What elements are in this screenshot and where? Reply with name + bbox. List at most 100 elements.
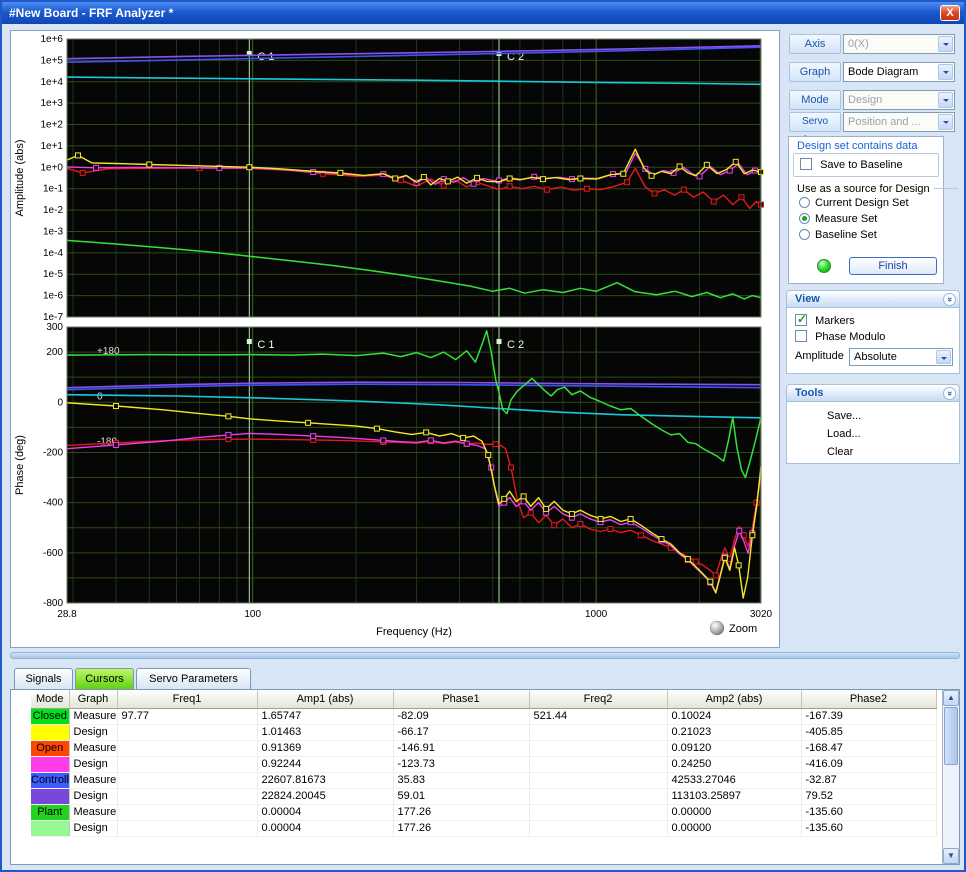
chevron-down-icon[interactable] <box>938 64 953 80</box>
view-section-header[interactable]: View « <box>786 290 960 308</box>
column-header-graph[interactable]: Graph <box>69 690 117 708</box>
vertical-scrollbar[interactable]: ▲ ▼ <box>942 690 959 864</box>
cursor-handle[interactable] <box>247 339 252 344</box>
series-marker <box>693 559 698 564</box>
series-marker <box>464 441 469 446</box>
markers-row[interactable]: Markers <box>795 314 855 327</box>
table-row[interactable]: ClosedMeasure97.771.65747-82.09521.440.1… <box>31 708 936 724</box>
cursor-handle[interactable] <box>497 339 502 344</box>
radio-baseline-set[interactable]: Baseline Set <box>799 229 909 245</box>
series-marker <box>649 173 654 178</box>
amplitude-mode-combo[interactable]: Absolute <box>849 348 953 366</box>
column-header-freq1[interactable]: Freq1 <box>117 690 257 708</box>
tool-clear-button[interactable]: Clear <box>787 443 959 461</box>
series-marker <box>528 510 533 515</box>
cell-graph: Measure <box>69 804 117 820</box>
column-header-freq2[interactable]: Freq2 <box>529 690 667 708</box>
tools-section-title: Tools <box>795 387 824 399</box>
chevron-down-icon[interactable] <box>938 36 953 52</box>
radio-icon[interactable] <box>799 213 810 224</box>
scroll-thumb[interactable] <box>944 707 958 765</box>
save-to-baseline-checkbox[interactable] <box>800 158 812 170</box>
axis-combo[interactable]: 0(X) <box>843 34 955 54</box>
tab-signals[interactable]: Signals <box>14 668 73 689</box>
servo-loop-combo[interactable]: Position and ... <box>843 112 955 132</box>
table-row[interactable]: PlantMeasure0.00004177.260.00000-135.60 <box>31 804 936 820</box>
cell-freq2 <box>529 804 667 820</box>
column-header-amp1-abs-[interactable]: Amp1 (abs) <box>257 690 393 708</box>
scroll-down-button[interactable]: ▼ <box>943 848 959 864</box>
series-marker <box>521 494 526 499</box>
frequency-tick-label: 100 <box>244 609 261 620</box>
series-marker <box>75 153 80 158</box>
bode-plot[interactable]: +1800-180C 1C 1C 2C 21e+61e+51e+41e+31e+… <box>11 31 779 645</box>
cell-freq1 <box>117 820 257 836</box>
frequency-tick-label: 1000 <box>585 609 608 620</box>
cell-amp1: 0.91369 <box>257 740 393 756</box>
series-marker <box>508 465 513 470</box>
tools-section-header[interactable]: Tools « <box>786 384 960 402</box>
series-marker <box>708 579 713 584</box>
radio-current-design-set[interactable]: Current Design Set <box>799 197 909 213</box>
finish-button[interactable]: Finish <box>849 257 937 275</box>
mode-combo[interactable]: Design <box>843 90 955 110</box>
graph-combo[interactable]: Bode Diagram <box>843 62 955 82</box>
cursor-table: ModeGraphFreq1Amp1 (abs)Phase1Freq2Amp2 … <box>31 690 937 837</box>
chevron-down-icon[interactable] <box>938 114 953 130</box>
horizontal-splitter[interactable] <box>10 652 960 659</box>
column-header-phase2[interactable]: Phase2 <box>801 690 936 708</box>
cursor-label: C 2 <box>507 339 524 351</box>
series-marker <box>226 432 231 437</box>
table-row[interactable]: OpenMeasure0.91369-146.910.09120-168.47 <box>31 740 936 756</box>
zoom-label: Zoom <box>729 623 757 635</box>
column-header-phase1[interactable]: Phase1 <box>393 690 529 708</box>
collapse-chevron-icon[interactable]: « <box>943 387 956 400</box>
radio-icon[interactable] <box>799 197 810 208</box>
table-row[interactable]: Design1.01463-66.170.21023-405.85 <box>31 724 936 740</box>
table-row[interactable]: Design0.92244-123.730.24250-416.09 <box>31 756 936 772</box>
cell-graph: Measure <box>69 708 117 724</box>
zoom-control[interactable] <box>710 621 724 635</box>
scroll-up-button[interactable]: ▲ <box>943 690 959 706</box>
cell-amp1: 1.65747 <box>257 708 393 724</box>
source-radio-group: Current Design SetMeasure SetBaseline Se… <box>799 197 909 245</box>
phase-tick-label: 300 <box>46 322 63 333</box>
table-row[interactable]: ControllerMeasure22607.8167335.8342533.2… <box>31 772 936 788</box>
phase-tick-label: -800 <box>43 598 63 609</box>
phase-modulo-row[interactable]: Phase Modulo <box>795 330 885 343</box>
radio-measure-set[interactable]: Measure Set <box>799 213 909 229</box>
save-to-baseline-row[interactable]: Save to Baseline <box>800 158 903 171</box>
cell-freq1 <box>117 772 257 788</box>
cell-graph: Design <box>69 820 117 836</box>
column-header-mode[interactable]: Mode <box>31 690 69 708</box>
cell-freq2: 521.44 <box>529 708 667 724</box>
phase-modulo-checkbox[interactable] <box>795 330 807 342</box>
close-button[interactable]: X <box>940 5 960 21</box>
series-marker <box>147 162 152 167</box>
cell-phase2: -405.85 <box>801 724 936 740</box>
cell-mode: Closed <box>31 708 69 724</box>
radio-icon[interactable] <box>799 229 810 240</box>
series-marker <box>552 523 557 528</box>
series-marker <box>80 170 85 175</box>
table-row[interactable]: Design22824.2004559.01113103.2589779.52 <box>31 788 936 804</box>
table-row[interactable]: Design0.00004177.260.00000-135.60 <box>31 820 936 836</box>
cell-amp1: 0.00004 <box>257 820 393 836</box>
tool-save-button[interactable]: Save... <box>787 407 959 425</box>
series-marker <box>569 511 574 516</box>
tab-servo-parameters[interactable]: Servo Parameters <box>136 668 251 689</box>
series-marker <box>114 442 119 447</box>
tool-load-button[interactable]: Load... <box>787 425 959 443</box>
collapse-chevron-icon[interactable]: « <box>943 293 956 306</box>
cell-phase1: -146.91 <box>393 740 529 756</box>
chevron-down-icon[interactable] <box>938 92 953 108</box>
chevron-down-icon[interactable] <box>936 350 951 364</box>
cell-phase2: -416.09 <box>801 756 936 772</box>
cell-amp2: 0.09120 <box>667 740 801 756</box>
amplitude-tick-label: 1e+4 <box>40 77 63 88</box>
markers-checkbox[interactable] <box>795 314 807 326</box>
column-header-amp2-abs-[interactable]: Amp2 (abs) <box>667 690 801 708</box>
series-marker <box>621 171 626 176</box>
tab-cursors[interactable]: Cursors <box>75 668 134 689</box>
cell-graph: Measure <box>69 772 117 788</box>
